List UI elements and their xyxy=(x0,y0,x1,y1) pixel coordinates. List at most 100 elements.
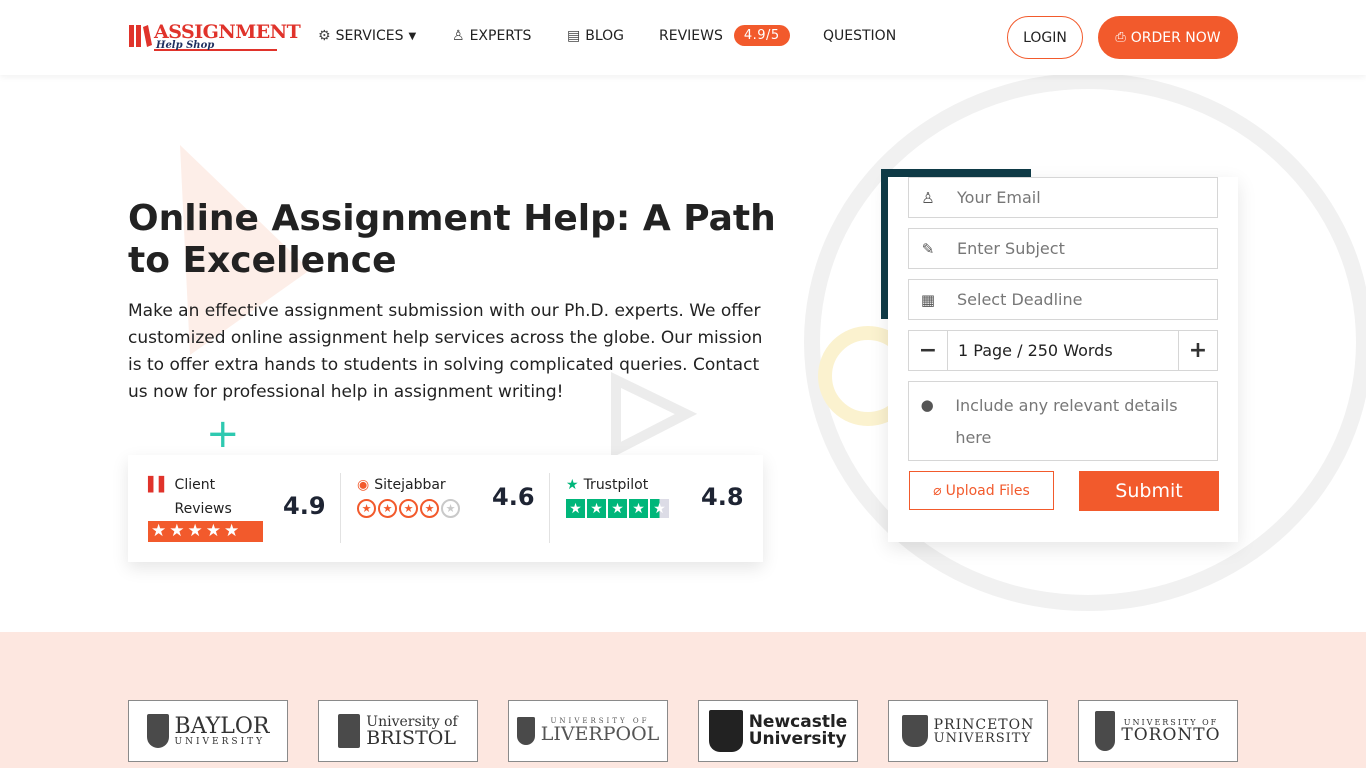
ratings-card: ▌▌ Client Reviews ★ ★ ★ ★ ★ 4.9 ◉ Sitejabbar… xyxy=(128,455,763,562)
decorative-plus: + xyxy=(206,411,240,457)
star-icon: ★ xyxy=(566,499,585,518)
star-icon: ★ xyxy=(587,499,606,518)
document-icon: ▤ xyxy=(567,28,581,44)
reviews-badge: 4.9/5 xyxy=(733,25,790,46)
pages-stepper: − 1 Page / 250 Words + xyxy=(908,330,1218,371)
uni-line2: UNIVERSITY xyxy=(933,730,1032,746)
crest-icon xyxy=(1095,711,1116,751)
star-icon: ★ xyxy=(187,521,203,541)
nav-blog[interactable]: ▤ BLOG xyxy=(567,28,624,44)
details-textarea[interactable]: ● Include any relevant details here xyxy=(908,381,1218,461)
uni-line2: UNIVERSITY xyxy=(174,736,266,747)
uni-line2: LIVERPOOL xyxy=(540,723,660,745)
site-logo[interactable]: ASSIGNMENT Help Shop xyxy=(128,20,301,54)
university-logo-liverpool: UNIVERSITY OF LIVERPOOL xyxy=(508,700,668,762)
nav-services-label: SERVICES xyxy=(335,28,404,44)
login-button[interactable]: LOGIN xyxy=(1007,16,1083,59)
rating-sitejabbar: ◉ Sitejabbar ★ ★ ★ ★ ★ xyxy=(357,473,460,518)
star-icon: ★ xyxy=(205,521,221,541)
hero-description: Make an effective assignment submission … xyxy=(128,301,763,402)
comment-icon: ● xyxy=(920,396,934,414)
books-logo-icon xyxy=(129,25,152,47)
email-placeholder: Your Email xyxy=(957,188,1041,207)
star-icon: ★ xyxy=(629,499,648,518)
subject-placeholder: Enter Subject xyxy=(957,239,1065,258)
star-icon: ★ xyxy=(420,499,439,518)
star-rating: ★ ★ ★ ★ ★ xyxy=(148,521,263,542)
upload-files-button[interactable]: ⌀ Upload Files xyxy=(909,471,1054,510)
star-rating: ★ ★ ★ ★ ★ xyxy=(566,499,669,518)
university-logo-toronto: UNIVERSITY OF TORONTO xyxy=(1078,700,1238,762)
universities-band: BAYLOR UNIVERSITY University of BRISTOL … xyxy=(0,632,1366,768)
cart-icon: ⎙ xyxy=(1115,30,1126,45)
star-icon: ★ xyxy=(399,499,418,518)
crest-icon xyxy=(516,717,535,745)
details-placeholder: Include any relevant details here xyxy=(955,396,1178,447)
logo-sub: Help Shop xyxy=(156,40,215,51)
university-logo-baylor: BAYLOR UNIVERSITY xyxy=(128,700,288,762)
rating-label: Client Reviews xyxy=(174,477,232,517)
nav-reviews-label: REVIEWS xyxy=(659,27,723,44)
user-icon: ♙ xyxy=(452,28,465,44)
site-header: ASSIGNMENT Help Shop ⚙ SERVICES ▼ ♙ EXPE… xyxy=(0,0,1366,75)
trustpilot-star-icon: ★ xyxy=(566,477,579,493)
decrement-button[interactable]: − xyxy=(909,331,947,370)
star-icon: ★ xyxy=(357,499,376,518)
crest-icon xyxy=(146,714,169,748)
pages-value[interactable]: 1 Page / 250 Words xyxy=(947,331,1179,370)
calendar-icon: ▦ xyxy=(920,290,936,309)
crest-icon xyxy=(338,714,361,748)
order-form: ♙ Your Email ✎ Enter Subject ▦ Select De… xyxy=(888,177,1238,542)
user-icon: ♙ xyxy=(921,188,935,207)
uni-line1: PRINCETON xyxy=(933,716,1035,733)
order-now-label: ORDER NOW xyxy=(1130,29,1221,46)
sitejabbar-icon: ◉ xyxy=(357,477,370,493)
star-icon: ★ xyxy=(169,521,185,541)
star-icon: ★ xyxy=(608,499,627,518)
rating-score: 4.9 xyxy=(283,492,326,520)
subject-field[interactable]: ✎ Enter Subject xyxy=(908,228,1218,269)
nav-question-label: QUESTION xyxy=(823,28,897,44)
nav-reviews[interactable]: REVIEWS 4.9/5 xyxy=(659,25,790,46)
hero-title: Online Assignment Help: A Path to Excell… xyxy=(128,198,776,281)
uni-line2: University xyxy=(748,729,847,749)
uni-line1: BAYLOR xyxy=(174,713,270,739)
university-logo-princeton: PRINCETON UNIVERSITY xyxy=(888,700,1048,762)
rating-label: Sitejabbar xyxy=(374,477,446,493)
uni-line2: TORONTO xyxy=(1121,724,1221,745)
uni-line2: BRISTOL xyxy=(366,726,456,749)
order-now-button[interactable]: ⎙ ORDER NOW xyxy=(1098,16,1238,59)
crest-icon xyxy=(708,710,743,752)
rating-trustpilot: ★ Trustpilot ★ ★ ★ ★ ★ xyxy=(566,473,669,518)
email-field[interactable]: ♙ Your Email xyxy=(908,177,1218,218)
books-icon: ▌▌ xyxy=(148,477,170,493)
university-logo-newcastle: Newcastle University xyxy=(698,700,858,762)
deadline-placeholder: Select Deadline xyxy=(957,290,1083,309)
nav-question[interactable]: QUESTION xyxy=(823,28,896,44)
star-rating: ★ ★ ★ ★ ★ xyxy=(357,499,460,518)
rating-client-reviews: ▌▌ Client Reviews ★ ★ ★ ★ ★ xyxy=(148,473,268,542)
deadline-field[interactable]: ▦ Select Deadline xyxy=(908,279,1218,320)
nav-blog-label: BLOG xyxy=(585,28,625,44)
crest-icon xyxy=(901,715,928,747)
nav-experts[interactable]: ♙ EXPERTS xyxy=(452,28,531,44)
nav-experts-label: EXPERTS xyxy=(469,28,532,44)
gear-icon: ⚙ xyxy=(318,28,331,44)
star-icon: ★ xyxy=(224,521,240,541)
divider xyxy=(549,473,550,543)
rating-score: 4.8 xyxy=(701,483,744,511)
star-icon: ★ xyxy=(650,499,669,518)
star-icon: ★ xyxy=(441,499,460,518)
star-icon: ★ xyxy=(378,499,397,518)
divider xyxy=(340,473,341,543)
rating-label: Trustpilot xyxy=(583,477,649,493)
nav-services[interactable]: ⚙ SERVICES ▼ xyxy=(318,28,416,44)
paperclip-icon: ⌀ xyxy=(933,482,942,499)
star-icon: ★ xyxy=(151,521,167,541)
university-logo-bristol: University of BRISTOL xyxy=(318,700,478,762)
pencil-icon: ✎ xyxy=(921,239,935,258)
submit-button[interactable]: Submit xyxy=(1079,471,1219,511)
chevron-down-icon: ▼ xyxy=(408,30,417,42)
increment-button[interactable]: + xyxy=(1179,331,1217,370)
rating-score: 4.6 xyxy=(492,483,535,511)
